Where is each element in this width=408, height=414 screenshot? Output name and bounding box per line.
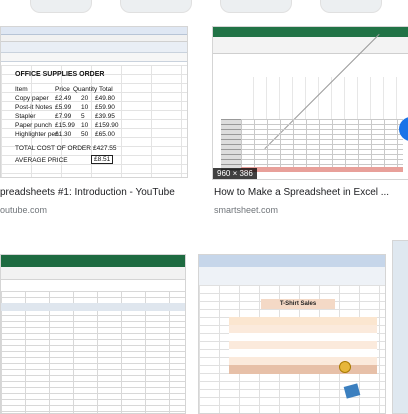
window-titlebar [1,27,187,35]
header-row [1,303,185,311]
formula-bar [1,53,187,62]
cell-price: £7.99 [55,113,72,120]
col-header: Quantity [73,86,98,93]
cell-total: £39.95 [95,113,115,120]
image-size-badge: 960 × 386 [213,168,257,179]
cell-price: £15.99 [55,122,75,129]
result-thumbnail-3[interactable] [0,254,186,414]
average-value[interactable]: £8.51 [91,155,114,164]
result-thumbnail-2[interactable]: 960 × 386 [212,26,408,180]
excel-titlebar [1,255,185,267]
col-header: Total [99,86,113,93]
top-filter-strip [0,0,408,18]
filter-chip[interactable] [30,0,92,13]
result-thumbnail-5[interactable] [392,240,408,414]
cell-total: £59.90 [95,104,115,111]
cell-total: £49.80 [95,95,115,102]
cell-qty: 20 [81,95,89,102]
header-row [229,317,377,325]
cell-price: £1.30 [55,131,72,138]
total-label: TOTAL COST OF ORDER [15,145,91,152]
cursor-highlight [339,361,351,373]
data-rows [229,325,377,365]
cell-item: Stapler [15,113,36,120]
col-header: Item [15,86,28,93]
sheet-heading: OFFICE SUPPLIES ORDER [15,71,105,78]
cell-total: £159.90 [95,122,119,129]
data-grid [241,119,403,171]
result-thumbnail-4[interactable]: T-Shirt Sales [198,254,386,414]
ribbon [213,37,408,54]
cell-qty: 10 [81,104,89,111]
window-titlebar [199,255,385,267]
cell-item: Highlighter pen [15,131,59,138]
cell-item: Post-it Notes [15,104,53,111]
average-label: AVERAGE PRICE [15,157,68,164]
excel-titlebar [213,27,408,37]
cell-qty: 5 [81,113,85,120]
rotated-column-headers [241,77,403,119]
cell-item: Copy paper [15,95,49,102]
cell-item: Paper punch [15,122,52,129]
menu-bar [1,35,187,42]
result-source-1[interactable]: outube.com [0,205,47,215]
filter-chip[interactable] [120,0,192,13]
cell-qty: 10 [81,122,89,129]
cell-price: £2.49 [55,95,72,102]
total-value: £427.55 [93,145,117,152]
cell-price: £5.99 [55,104,72,111]
filter-chip[interactable] [320,0,382,13]
result-title-2[interactable]: How to Make a Spreadsheet in Excel ... [214,187,408,198]
ribbon [199,267,385,286]
highlight-row [241,167,403,172]
summary-row [229,365,377,374]
filter-chip[interactable] [220,0,292,13]
toolbar [1,42,187,53]
sheet-title: T-Shirt Sales [261,299,335,309]
cell-qty: 50 [81,131,89,138]
row-labels [221,119,241,171]
col-header: Price [55,86,70,93]
result-thumbnail-1[interactable]: OFFICE SUPPLIES ORDER Item Price Quantit… [0,26,188,178]
ribbon [1,267,185,280]
result-title-1[interactable]: preadsheets #1: Introduction - YouTube [0,187,186,198]
cell-total: £65.00 [95,131,115,138]
result-source-2[interactable]: smartsheet.com [214,205,278,215]
